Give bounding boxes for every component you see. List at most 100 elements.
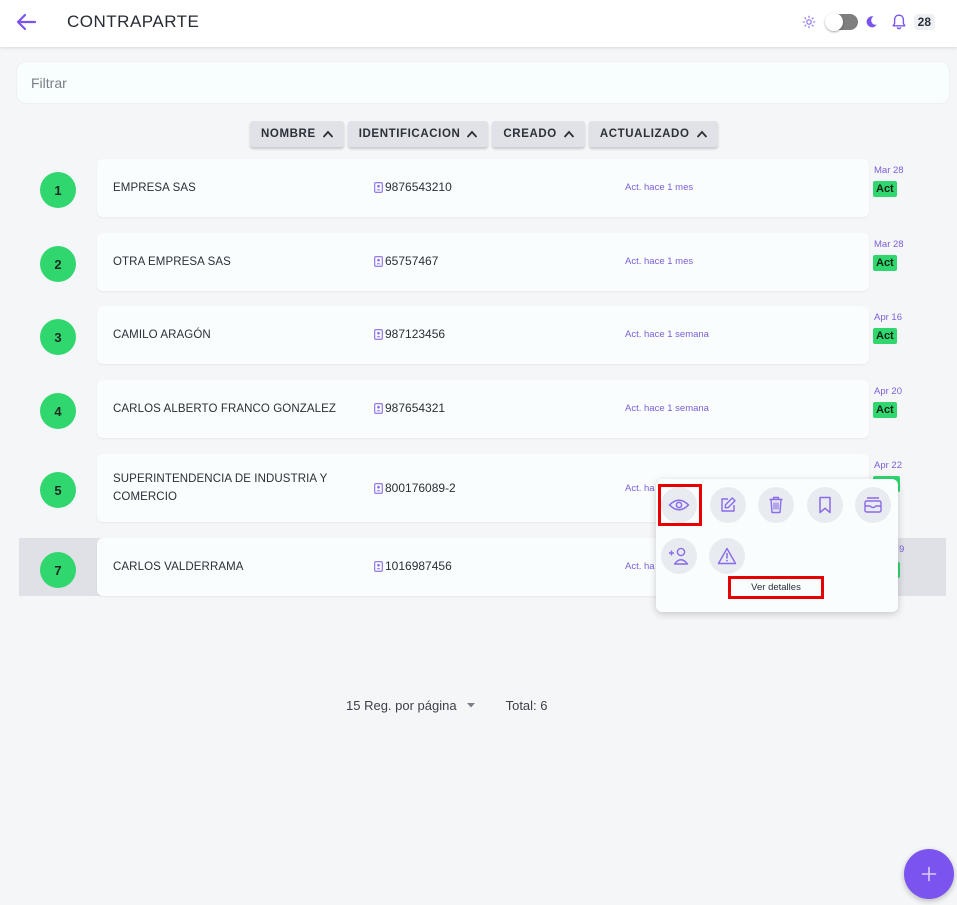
warning-icon (717, 547, 737, 565)
row-updated: Act. ha (625, 483, 655, 494)
filter-input[interactable] (16, 61, 950, 104)
sort-actualizado-button[interactable]: ACTUALIZADO (588, 121, 718, 147)
row-ident: 9876543210 (374, 180, 452, 194)
sun-icon (802, 15, 815, 29)
row-updated: Act. hace 1 semana (625, 403, 709, 414)
delete-button[interactable] (758, 487, 794, 523)
row-name: SUPERINTENDENCIA DE INDUSTRIA Y COMERCIO (113, 473, 328, 503)
chevron-up-icon (696, 130, 707, 138)
row-ident-value: 65757467 (385, 254, 439, 268)
id-card-icon (374, 560, 383, 572)
row-updated: Act. hace 1 semana (625, 329, 709, 340)
add-user-button[interactable] (661, 538, 697, 574)
highlight-view-button (658, 484, 702, 526)
row-number: 7 (40, 552, 76, 588)
row-ident: 987654321 (374, 401, 445, 415)
row-card[interactable]: EMPRESA SAS 9876543210 Act. hace 1 mes (97, 159, 869, 217)
moon-icon (866, 16, 877, 28)
row-name: CAMILO ARAGÓN (113, 329, 211, 341)
row-number: 5 (40, 472, 76, 508)
row-updated: Act. hace 1 mes (625, 256, 694, 267)
chevron-up-icon (563, 130, 575, 138)
trash-icon (769, 496, 783, 514)
back-button[interactable] (14, 10, 40, 34)
add-button[interactable] (904, 849, 954, 899)
id-card-icon (374, 181, 383, 193)
row-name: EMPRESA SAS (113, 182, 196, 194)
status-badge: Act (873, 402, 897, 418)
row-updated: Act. ha (625, 561, 655, 572)
sort-identificacion-button[interactable]: IDENTIFICACION (347, 121, 489, 147)
total-count: Total: 6 (505, 698, 548, 713)
row-ident-value: 987654321 (385, 401, 446, 415)
row-ident-value: 1016987456 (385, 559, 452, 573)
row-ident: 800176089-2 (374, 481, 456, 495)
id-card-icon (374, 402, 383, 414)
row-date: Apr 20 (874, 386, 902, 397)
table-row[interactable]: 4 CARLOS ALBERTO FRANCO GONZALEZ 9876543… (19, 380, 946, 438)
row-name: OTRA EMPRESA SAS (113, 256, 231, 268)
table-row[interactable]: 3 CAMILO ARAGÓN 987123456 Act. hace 1 se… (19, 306, 946, 364)
row-number: 2 (40, 246, 76, 282)
row-name: CARLOS ALBERTO FRANCO GONZALEZ (113, 403, 337, 415)
status-badge: Act (873, 181, 897, 197)
bell-icon[interactable] (890, 13, 908, 31)
row-ident: 65757467 (374, 254, 438, 268)
row-updated: Act. hace 1 mes (625, 182, 694, 193)
row-number: 4 (40, 393, 76, 429)
edit-icon (721, 497, 736, 512)
arrow-left-icon (16, 13, 37, 31)
per-page-label: 15 Reg. por página (346, 698, 457, 713)
id-card-icon (374, 255, 383, 267)
row-date: 9 (899, 544, 905, 555)
row-card[interactable]: CAMILO ARAGÓN 987123456 Act. hace 1 sema… (97, 306, 869, 364)
sort-label: ACTUALIZADO (599, 128, 690, 140)
row-name: CARLOS VALDERRAMA (113, 561, 244, 573)
row-date: Mar 28 (874, 239, 904, 250)
edit-button[interactable] (710, 487, 746, 523)
archive-icon (864, 497, 882, 513)
archive-button[interactable] (855, 487, 891, 523)
app-header: CONTRAPARTE 28 (0, 0, 957, 47)
row-card[interactable]: CARLOS ALBERTO FRANCO GONZALEZ 987654321… (97, 380, 869, 438)
row-ident-value: 800176089-2 (385, 481, 456, 495)
pagination: 15 Reg. por página Total: 6 (346, 698, 548, 713)
tooltip-label: Ver detalles (751, 582, 801, 593)
chevron-up-icon (322, 130, 333, 138)
bookmark-button[interactable] (807, 487, 843, 523)
status-badge: Act (873, 255, 897, 271)
row-number: 3 (40, 319, 76, 355)
row-ident: 1016987456 (374, 559, 452, 573)
status-badge: Act (873, 328, 897, 344)
row-date: Apr 16 (874, 312, 902, 323)
id-card-icon (374, 328, 383, 340)
caret-down-icon (466, 703, 475, 708)
sort-label: CREADO (503, 128, 557, 140)
per-page-select[interactable]: 15 Reg. por página (346, 698, 475, 713)
sort-creado-button[interactable]: CREADO (492, 121, 585, 147)
id-card-icon (374, 482, 383, 494)
theme-toggle[interactable] (824, 13, 858, 31)
table-row[interactable]: 1 EMPRESA SAS 9876543210 Act. hace 1 mes… (19, 159, 946, 217)
row-date: Apr 22 (874, 460, 902, 471)
chevron-up-icon (467, 130, 478, 138)
row-card[interactable]: OTRA EMPRESA SAS 65757467 Act. hace 1 me… (97, 233, 869, 291)
header-controls: 28 (802, 11, 935, 33)
sort-label: IDENTIFICACION (358, 128, 461, 140)
notification-count: 28 (913, 14, 935, 30)
page-title: CONTRAPARTE (67, 12, 200, 31)
plus-icon (921, 866, 937, 882)
sort-label: NOMBRE (261, 128, 316, 140)
sort-bar: NOMBRE IDENTIFICACION CREADO ACTUALIZADO (250, 121, 718, 147)
row-date: Mar 28 (874, 165, 904, 176)
row-number: 1 (40, 172, 76, 208)
sort-nombre-button[interactable]: NOMBRE (250, 121, 344, 147)
table-row[interactable]: 2 OTRA EMPRESA SAS 65757467 Act. hace 1 … (19, 233, 946, 291)
toggle-knob (824, 13, 843, 31)
row-ident: 987123456 (374, 327, 445, 341)
warning-button[interactable] (709, 538, 745, 574)
bookmark-icon (819, 496, 831, 514)
row-ident-value: 987123456 (385, 327, 446, 341)
add-user-icon (669, 547, 689, 565)
row-ident-value: 9876543210 (385, 180, 452, 194)
